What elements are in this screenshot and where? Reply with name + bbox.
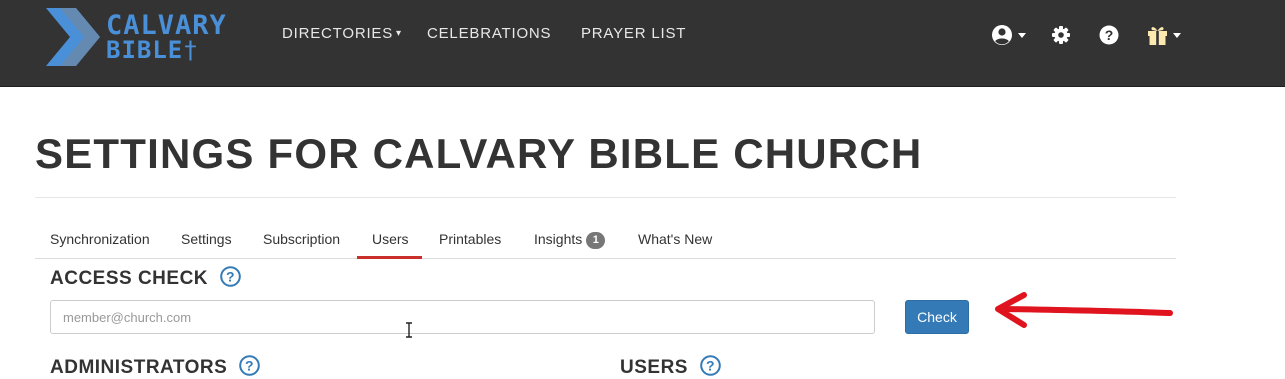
gift-menu[interactable] <box>1147 22 1183 53</box>
gift-icon <box>1148 27 1181 45</box>
administrators-title: ADMINISTRATORS <box>50 357 228 378</box>
help-button[interactable]: ? <box>1099 22 1119 53</box>
logo-word-bible-text: BIBLE <box>106 36 184 64</box>
svg-text:?: ? <box>1105 27 1114 43</box>
gear-icon <box>1052 26 1070 44</box>
tab-insights[interactable]: Insights 1 <box>534 231 606 250</box>
nav-directories-label: DIRECTORIES <box>282 25 394 42</box>
users-title: USERS <box>620 357 688 378</box>
tab-users[interactable]: Users <box>372 231 409 247</box>
top-navbar: CALVARY BIBLE† DIRECTORIES ▾ CELEBRATIONS… <box>0 0 1285 87</box>
tab-subscription[interactable]: Subscription <box>263 231 340 247</box>
insights-count-badge: 1 <box>586 232 606 249</box>
access-check-heading: ACCESS CHECK ? <box>50 266 241 290</box>
logo-word-bible: BIBLE† <box>106 36 199 64</box>
calvary-bible-logo[interactable]: CALVARY BIBLE† <box>42 6 252 70</box>
tab-printables[interactable]: Printables <box>439 231 501 247</box>
user-menu[interactable] <box>991 22 1029 53</box>
tab-synchronization[interactable]: Synchronization <box>50 231 150 247</box>
access-check-title: ACCESS CHECK <box>50 268 209 289</box>
nav-prayer-list[interactable]: PRAYER LIST <box>581 25 686 42</box>
help-circle-icon[interactable]: ? <box>699 355 721 377</box>
settings-tabs: Synchronization Settings Subscription Us… <box>35 218 1176 259</box>
check-button[interactable]: Check <box>905 300 969 334</box>
user-circle-icon <box>992 25 1026 45</box>
svg-text:?: ? <box>706 358 715 374</box>
chevron-logo-icon <box>46 8 100 66</box>
logo-cross: † <box>183 36 199 64</box>
nav-celebrations[interactable]: CELEBRATIONS <box>427 25 551 42</box>
help-circle-icon[interactable]: ? <box>220 266 241 288</box>
svg-text:?: ? <box>245 358 254 374</box>
text-cursor-icon <box>406 322 412 338</box>
tab-insights-label: Insights <box>534 231 583 247</box>
active-tab-indicator <box>357 256 422 259</box>
access-check-email-input[interactable] <box>50 300 875 334</box>
settings-button[interactable] <box>1051 22 1071 53</box>
tab-settings[interactable]: Settings <box>181 231 232 247</box>
caret-down-icon: ▾ <box>396 28 402 39</box>
red-annotation-arrow <box>995 292 1173 328</box>
question-circle-icon: ? <box>1099 25 1119 45</box>
page-title: SETTINGS FOR CALVARY BIBLE CHURCH <box>35 130 923 177</box>
help-circle-icon[interactable]: ? <box>239 355 260 377</box>
svg-text:?: ? <box>226 269 235 285</box>
nav-directories[interactable]: DIRECTORIES ▾ <box>282 25 402 42</box>
tab-whats-new[interactable]: What's New <box>638 231 712 247</box>
title-divider <box>35 197 1176 198</box>
